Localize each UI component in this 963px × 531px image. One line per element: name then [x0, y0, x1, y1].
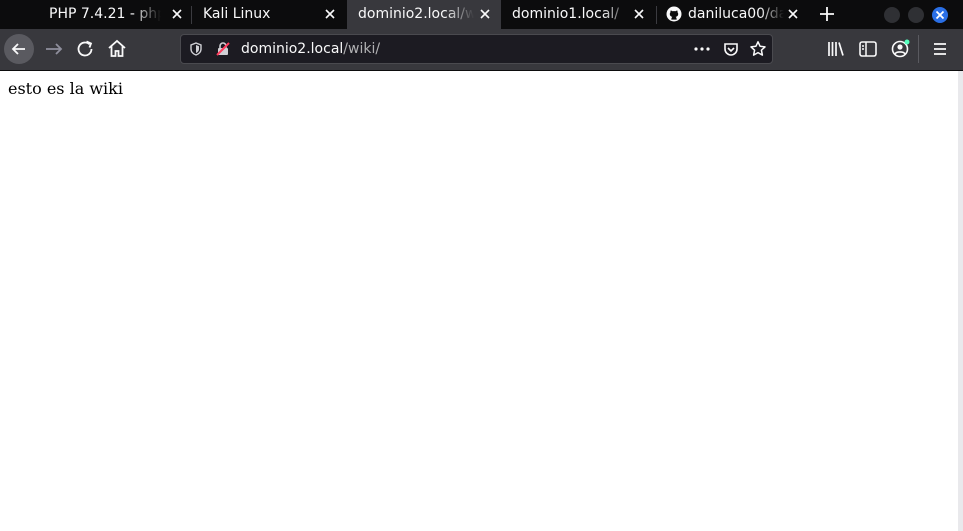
tab-title: PHP 7.4.21 - phpinfo() [49, 6, 161, 22]
close-tab-icon[interactable] [786, 7, 800, 21]
sidebar-toggle-icon[interactable] [856, 37, 880, 61]
tab-kali-linux[interactable]: Kali Linux [192, 0, 346, 29]
library-icon[interactable] [824, 37, 848, 61]
maximize-window-button[interactable] [908, 7, 924, 23]
bookmark-star-icon[interactable] [749, 40, 767, 58]
reload-icon[interactable] [73, 37, 97, 61]
tracking-protection-shield-icon[interactable] [189, 42, 203, 56]
tab-title: dominio1.local/ [512, 6, 620, 22]
url-path: /wiki/ [343, 41, 381, 57]
minimize-window-button[interactable] [884, 7, 900, 23]
close-tab-icon[interactable] [323, 7, 337, 21]
tab-strip: PHP 7.4.21 - phpinfo() Kali Linux domini… [0, 0, 963, 29]
back-button[interactable] [4, 34, 34, 64]
page-content: esto es la wiki [0, 71, 963, 531]
tab-title: dominio2.local/wiki/ [358, 6, 474, 22]
new-tab-plus-icon[interactable] [818, 5, 836, 23]
github-icon [666, 6, 682, 22]
home-icon[interactable] [105, 37, 129, 61]
tab-title: Kali Linux [203, 6, 271, 22]
page-body-text: esto es la wiki [8, 79, 123, 98]
account-icon[interactable] [888, 37, 912, 61]
back-arrow-icon [11, 43, 25, 55]
url-host: dominio2.local [241, 41, 344, 57]
close-window-button[interactable] [932, 7, 948, 23]
url-text[interactable]: dominio2.local/wiki/ [241, 41, 380, 58]
pocket-save-icon[interactable] [722, 40, 740, 58]
toolbar-separator [918, 35, 919, 63]
close-window-icon [935, 10, 945, 20]
close-tab-icon[interactable] [478, 7, 492, 21]
tab-github-daniluca00[interactable]: daniluca00/danilu [657, 0, 809, 29]
address-bar[interactable]: dominio2.local/wiki/ [180, 34, 773, 64]
tab-dominio2-wiki[interactable]: dominio2.local/wiki/ [347, 0, 501, 29]
insecure-connection-lock-icon[interactable] [215, 41, 231, 57]
tab-title: daniluca00/danilu [688, 6, 784, 22]
page-actions-more-icon[interactable] [693, 42, 711, 56]
window-edge [958, 71, 963, 531]
tab-php-info[interactable]: PHP 7.4.21 - phpinfo() [36, 0, 191, 29]
close-tab-icon[interactable] [170, 7, 184, 21]
forward-arrow-icon[interactable] [42, 37, 66, 61]
navigation-toolbar: dominio2.local/wiki/ [0, 29, 963, 71]
close-tab-icon[interactable] [632, 7, 646, 21]
tab-dominio1[interactable]: dominio1.local/ [502, 0, 656, 29]
hamburger-menu-icon[interactable] [928, 37, 952, 61]
